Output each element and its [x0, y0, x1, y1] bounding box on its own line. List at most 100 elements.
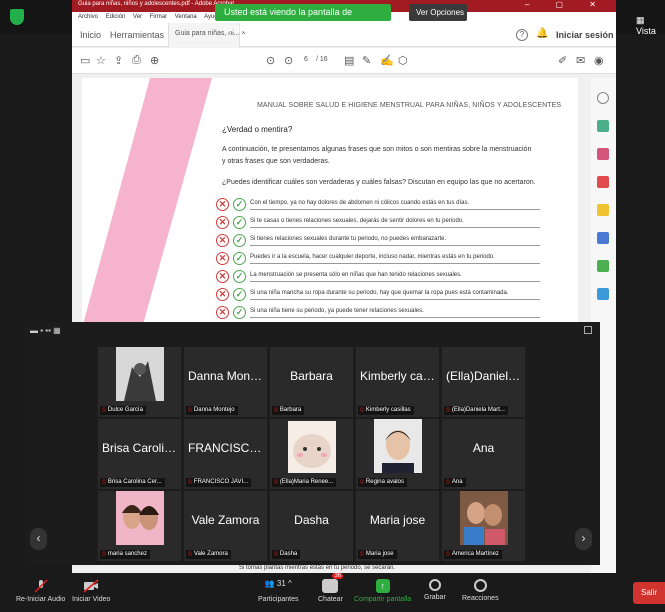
video-off-icon	[83, 579, 99, 593]
create-icon[interactable]: ▭	[80, 54, 90, 67]
protect-icon[interactable]	[597, 288, 609, 300]
video-button[interactable]: Iniciar Video	[72, 579, 110, 603]
mic-muted-icon: ⦸	[274, 551, 278, 557]
participant-name: Barbara	[290, 369, 333, 383]
doc-tail-text: Si tomas plantas mientras estás en tu pe…	[239, 565, 396, 571]
page-down-icon[interactable]: ⊙	[284, 54, 293, 67]
zoom-tool-icon[interactable]	[597, 92, 609, 104]
page-total: / 16	[316, 56, 328, 63]
reactions-button[interactable]: Reacciones	[462, 579, 499, 602]
participants-button[interactable]: 👥 31 ^ Participantes	[258, 579, 298, 603]
participant-name: Kimberly casil...	[360, 369, 439, 383]
participant-photo	[116, 347, 164, 401]
doc-question: ¿Puedes identificar cuáles son verdadera…	[222, 179, 536, 186]
participant-tile[interactable]: Kimberly casil... ⦸ Kimberly casillas	[356, 347, 439, 417]
menu-ventana[interactable]: Ventana	[175, 14, 197, 20]
window-controls[interactable]: – ▢ ✕	[525, 0, 608, 9]
mic-muted-icon: ⦸	[446, 479, 450, 485]
participant-tile[interactable]: ⦸ (Ella)Maria Renee...	[270, 419, 353, 489]
bell-icon[interactable]: 🔔	[536, 28, 548, 39]
participant-tile[interactable]: Maria jose ⦸ Maria jose	[356, 491, 439, 561]
mic-muted-icon: ⦸	[102, 551, 106, 557]
stamp-icon[interactable]: ⬡	[398, 54, 408, 67]
gallery-layout-icon[interactable]: ▬ ▪ ▪▪ ▦	[30, 326, 61, 335]
true-icon: ✓	[233, 288, 246, 301]
doc-title: ¿Verdad o mentira?	[222, 125, 293, 134]
chat-icon: 36	[322, 573, 344, 593]
participant-label: ⦸ (Ella)Daniela Mart...	[444, 406, 508, 415]
print-icon[interactable]: ⎙	[132, 54, 141, 67]
star-icon[interactable]: ☆	[96, 54, 106, 67]
page-up-icon[interactable]: ⊙	[266, 54, 275, 67]
participant-tile[interactable]: ⦸ maria sanchez	[98, 491, 181, 561]
share-screen-button[interactable]: ↑ Compartir pantalla	[354, 579, 411, 603]
mic-muted-icon: ⦸	[102, 407, 106, 413]
false-icon: ✕	[216, 270, 229, 283]
menu-edicion[interactable]: Edición	[106, 14, 126, 20]
account-icon[interactable]: ◉	[594, 54, 604, 67]
view-options-button[interactable]: Ver Opciones ⌄	[409, 4, 467, 34]
minimize-icon[interactable]	[584, 326, 592, 334]
participant-name: Vale Zamora	[191, 513, 260, 527]
participant-name: Ana	[472, 441, 495, 455]
edit-pdf-icon[interactable]	[597, 120, 609, 132]
comment-tool-icon[interactable]	[597, 204, 609, 216]
mic-muted-icon: ⦸	[360, 551, 364, 557]
participant-name: Dasha	[294, 513, 329, 527]
false-icon: ✕	[216, 234, 229, 247]
participant-tile[interactable]: ⦸ Regina avalos	[356, 419, 439, 489]
record-icon	[428, 579, 441, 591]
mic-muted-icon: ⦸	[274, 407, 278, 413]
comment-icon[interactable]: ▤	[344, 54, 354, 67]
participant-tile[interactable]: Danna Montejo ⦸ Danna Montejo	[184, 347, 267, 417]
gallery-next-button[interactable]: ›	[575, 528, 592, 550]
participant-tile[interactable]: (Ella)Daniela... ⦸ (Ella)Daniela Mart...	[442, 347, 525, 417]
tab-herramientas[interactable]: Herramientas	[110, 30, 164, 40]
record-button[interactable]: Grabar	[424, 579, 446, 601]
true-icon: ✓	[233, 306, 246, 319]
export-icon[interactable]	[597, 176, 609, 188]
participant-tile[interactable]: FRANCISCO J... ⦸FRANCISCO JAVI...	[184, 419, 267, 489]
compress-icon[interactable]	[597, 260, 609, 272]
mic-muted-icon: ⦸	[446, 407, 450, 413]
chat-button[interactable]: 36 Chatear	[318, 573, 344, 603]
participant-tile[interactable]: Barbara ⦸ Barbara	[270, 347, 353, 417]
share-icon[interactable]: ⇪	[114, 54, 123, 67]
leave-button[interactable]: Salir	[633, 582, 665, 604]
participant-tile[interactable]: Vale Zamora ⦸ Vale Zamora	[184, 491, 267, 561]
audio-button[interactable]: Re-Iniciar Audio	[16, 579, 65, 603]
zoom-icon[interactable]: ⊕	[150, 54, 159, 67]
participant-label: ⦸ Kimberly casillas	[358, 406, 414, 415]
participant-avatar	[288, 421, 336, 473]
organize-icon[interactable]	[597, 148, 609, 160]
participant-name: FRANCISCO J...	[188, 441, 267, 455]
edit-icon[interactable]: ✐	[558, 54, 567, 67]
participant-label: ⦸ Regina avalos	[358, 478, 407, 487]
participant-name: Brisa Carolina...	[102, 441, 181, 455]
participant-tile[interactable]: ⦸ America Martínez	[442, 491, 525, 561]
participant-tile[interactable]: Dasha ⦸ Dasha	[270, 491, 353, 561]
sign-icon[interactable]: ✍	[380, 54, 394, 67]
pen-icon[interactable]: ✎	[362, 54, 371, 67]
share-arrow-icon: ↑	[375, 579, 390, 593]
page-current[interactable]: 6	[304, 56, 308, 63]
false-icon: ✕	[216, 252, 229, 265]
statement-row: ✕ ✓ Puedes ir a la escuela, hacer cualquie…	[216, 251, 540, 267]
doc-header: MANUAL SOBRE SALUD E HIGIENE MENSTRUAL P…	[257, 102, 562, 109]
participant-tile[interactable]: ⦸ Dulce García	[98, 347, 181, 417]
fill-sign-icon[interactable]	[597, 232, 609, 244]
true-icon: ✓	[233, 252, 246, 265]
menu-archivo[interactable]: Archivo	[78, 14, 98, 20]
menu-ver[interactable]: Ver	[133, 14, 142, 20]
mic-off-icon	[34, 579, 48, 593]
participant-tile[interactable]: Brisa Carolina... ⦸ Brisa Carolina Cer...	[98, 419, 181, 489]
mail-icon[interactable]: ✉	[576, 54, 585, 67]
login-button[interactable]: Iniciar sesión	[556, 30, 614, 40]
menu-firmar[interactable]: Firmar	[150, 14, 167, 20]
help-icon[interactable]: ?	[516, 29, 528, 41]
vista-button[interactable]: ▦ Vista	[636, 15, 665, 36]
tab-inicio[interactable]: Inicio	[80, 30, 101, 40]
mic-muted-icon: ⦸	[360, 407, 364, 413]
participant-tile[interactable]: Ana ⦸ Ana	[442, 419, 525, 489]
gallery-prev-button[interactable]: ‹	[30, 528, 47, 550]
